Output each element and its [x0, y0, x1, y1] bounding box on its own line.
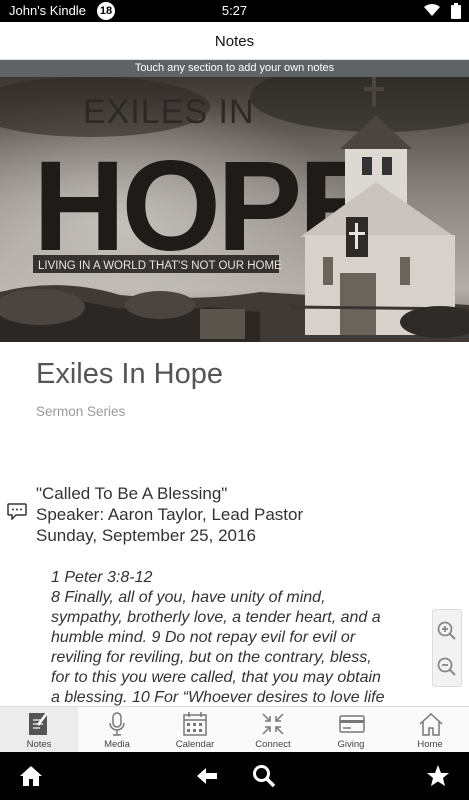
- tab-label: Giving: [337, 739, 365, 750]
- scripture-line: 1 Peter 3:8-12: [51, 569, 153, 586]
- credit-card-icon: [339, 715, 365, 733]
- tab-notes[interactable]: Notes: [0, 707, 78, 753]
- scripture-line: reviling for reviling, but on the contra…: [51, 649, 372, 666]
- zoom-controls: [432, 609, 462, 687]
- tab-label: Calendar: [175, 739, 215, 750]
- zoom-out-button[interactable]: [433, 648, 461, 686]
- tab-label: Connect: [255, 739, 291, 750]
- tab-label: Media: [104, 739, 130, 750]
- notes-icon: [29, 712, 48, 735]
- tab-calendar[interactable]: Calendar: [156, 707, 234, 753]
- add-note-icon[interactable]: [7, 503, 27, 520]
- sermon-date: Sunday, September 25, 2016: [36, 526, 256, 545]
- page-title: Notes: [214, 33, 255, 50]
- scripture-line: for to this you were called, that you ma…: [51, 669, 381, 686]
- series-subtitle: Sermon Series: [36, 404, 126, 419]
- tab-connect[interactable]: Connect: [234, 707, 312, 753]
- connect-icon: [262, 713, 284, 735]
- search-icon[interactable]: [252, 764, 276, 788]
- tab-bar: Notes Media Calendar Connect Giving Home: [0, 706, 469, 753]
- sermon-title: "Called To Be A Blessing": [36, 484, 228, 503]
- banner-title-line1: EXILES IN: [83, 93, 255, 131]
- sermon-info[interactable]: "Called To Be A Blessing" Speaker: Aaron…: [36, 483, 303, 546]
- tab-label: Home: [417, 739, 443, 750]
- battery-icon: [451, 3, 461, 19]
- notes-content[interactable]: Exiles In Hope Sermon Series "Called To …: [0, 342, 469, 706]
- hint-bar: Touch any section to add your own notes: [0, 60, 469, 77]
- system-nav-bar: [0, 752, 469, 800]
- tab-media[interactable]: Media: [78, 707, 156, 753]
- scripture-line: a blessing. 10 For “Whoever desires to l…: [51, 689, 385, 706]
- scripture-line: 8 Finally, all of you, have unity of min…: [51, 589, 326, 606]
- microphone-icon: [109, 712, 125, 736]
- banner-tagline: LIVING IN A WORLD THAT'S NOT OUR HOME: [38, 260, 282, 272]
- home-icon: [419, 712, 443, 736]
- scripture-line: humble mind. 9 Do not repay evil for evi…: [51, 629, 356, 646]
- tab-label: Notes: [26, 739, 52, 750]
- scripture-passage[interactable]: 1 Peter 3:8-12 8 Finally, all of you, ha…: [51, 568, 421, 706]
- tab-home[interactable]: Home: [391, 707, 469, 753]
- wifi-icon: [423, 3, 440, 17]
- status-icons: [417, 3, 461, 19]
- calendar-icon: [183, 712, 207, 736]
- zoom-out-icon: [437, 657, 456, 676]
- app-header: Notes: [0, 22, 469, 60]
- sermon-speaker: Speaker: Aaron Taylor, Lead Pastor: [36, 505, 304, 524]
- status-bar: John's Kindle 18 5:27: [0, 0, 469, 22]
- zoom-in-button[interactable]: [433, 612, 461, 650]
- series-title: Exiles In Hope: [36, 358, 223, 390]
- back-icon[interactable]: [195, 764, 219, 788]
- home-icon[interactable]: [19, 764, 43, 788]
- zoom-in-icon: [437, 621, 456, 640]
- tab-giving[interactable]: Giving: [312, 707, 390, 753]
- favorites-icon[interactable]: [426, 764, 450, 788]
- series-banner-image[interactable]: EXILES IN HOPE LIVING IN A WORLD THAT'S …: [0, 77, 469, 342]
- scripture-line: sympathy, brotherly love, a tender heart…: [51, 609, 381, 626]
- clock: 5:27: [221, 3, 248, 18]
